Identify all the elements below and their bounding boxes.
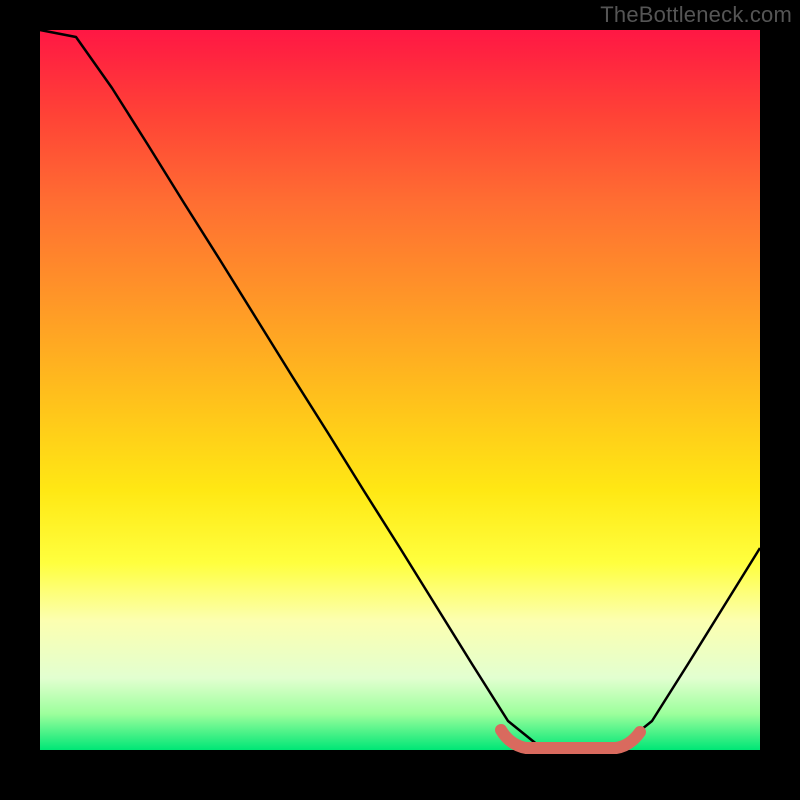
main-curve [40, 30, 760, 750]
curve-svg [40, 30, 760, 750]
watermark-text: TheBottleneck.com [600, 2, 792, 28]
plot-area [40, 30, 760, 750]
chart-frame: TheBottleneck.com [0, 0, 800, 800]
